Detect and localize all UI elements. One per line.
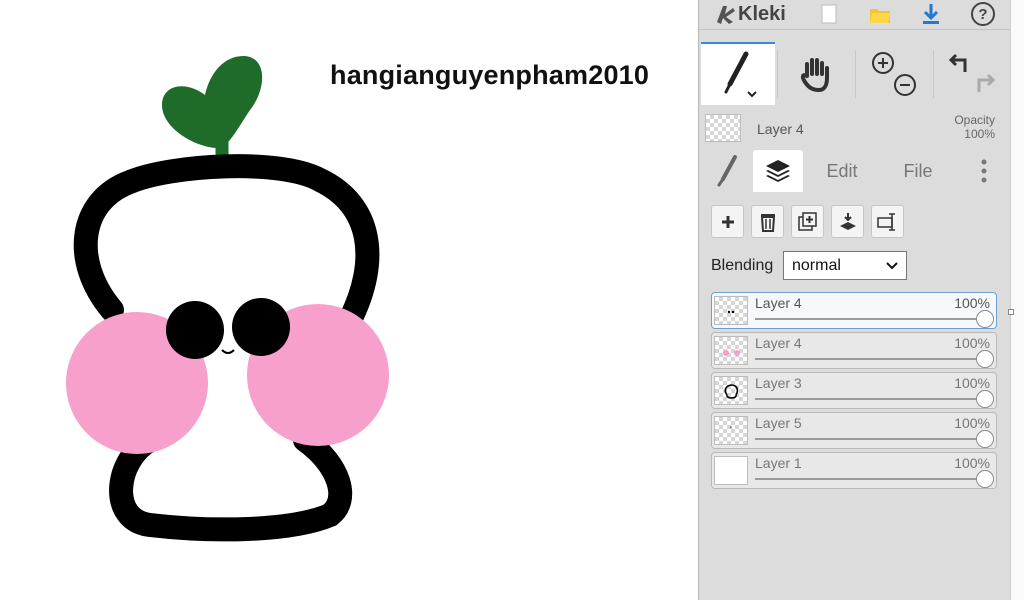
layer-opacity-slider[interactable]: [755, 478, 986, 480]
layer-opacity-slider[interactable]: [755, 398, 986, 400]
tab-layers[interactable]: [753, 150, 803, 192]
tab-edit[interactable]: Edit: [809, 150, 875, 192]
side-panel: Kleki ? Layer 4 Opacity 100% Edit File B…: [698, 0, 1011, 600]
layer-opacity: 100%: [954, 335, 990, 351]
rename-layer-button[interactable]: [871, 205, 904, 238]
brush-tool-icon: [724, 51, 757, 97]
delete-layer-button[interactable]: [751, 205, 784, 238]
mouth: [221, 349, 235, 354]
blending-label: Blending: [711, 257, 774, 274]
layer-thumbnail: [714, 416, 748, 445]
layer-opacity-slider[interactable]: [755, 318, 986, 320]
signature-text: hangianguyenpham2010: [330, 60, 650, 90]
layer-opacity: 100%: [954, 415, 990, 431]
undo-redo-buttons[interactable]: [935, 42, 1009, 105]
slider-knob[interactable]: [976, 350, 994, 368]
layer-name: Layer 4: [755, 295, 802, 311]
resize-handle[interactable]: [1008, 309, 1014, 315]
slider-knob[interactable]: [976, 390, 994, 408]
more-icon: [981, 159, 987, 183]
layer-row[interactable]: Layer 5 100%: [711, 412, 997, 449]
zoom-buttons[interactable]: [857, 42, 931, 105]
layer-row[interactable]: Layer 1 100%: [711, 452, 997, 489]
layer-thumbnail: [714, 456, 748, 485]
undo-redo-icon: [948, 53, 996, 92]
svg-text:?: ?: [978, 6, 987, 23]
layers-icon: [766, 160, 790, 182]
head-outline: [73, 154, 380, 332]
layer-row[interactable]: Layer 3 100%: [711, 372, 997, 409]
current-layer-name: Layer 4: [757, 121, 804, 137]
left-eye: [166, 301, 224, 359]
open-folder-icon: [870, 9, 890, 23]
help-button[interactable]: ?: [965, 0, 1001, 28]
rename-icon: [876, 212, 895, 231]
layer-name: Layer 5: [755, 415, 802, 431]
panel-tabs: Edit File: [699, 150, 1011, 192]
layer-row[interactable]: Layer 4 100%: [711, 332, 997, 369]
tab-brush[interactable]: [701, 150, 753, 192]
layer-name: Layer 4: [755, 335, 802, 351]
sprout-leaf: [162, 55, 263, 149]
chevron-down-icon: [886, 261, 898, 269]
current-layer-info: Layer 4 Opacity 100%: [699, 110, 1011, 148]
drawing-canvas[interactable]: hangianguyenpham2010: [0, 0, 698, 600]
brush-icon: [717, 155, 737, 187]
open-folder-button[interactable]: [862, 0, 898, 28]
slider-knob[interactable]: [976, 470, 994, 488]
plus-icon: [721, 215, 734, 228]
zoom-in-out-icon: [872, 51, 916, 96]
layer-opacity: 100%: [954, 295, 990, 311]
layer-opacity-slider[interactable]: [755, 438, 986, 440]
layer-thumbnail: [714, 296, 748, 325]
download-icon: [923, 4, 939, 24]
hand-icon: [800, 57, 829, 92]
kleki-app: hangianguyenpham2010 Kleki ? Layer 4 Opa…: [0, 0, 1024, 600]
tool-row: [699, 42, 1011, 105]
merge-down-icon: [839, 212, 856, 230]
scrollbar[interactable]: [1010, 0, 1024, 600]
trash-icon: [760, 213, 775, 232]
logo-text: Kleki: [738, 2, 786, 25]
layer-thumbnail: [714, 336, 748, 365]
slider-knob[interactable]: [976, 310, 994, 328]
hand-tool-button[interactable]: [779, 42, 853, 105]
current-layer-opacity: Opacity 100%: [954, 113, 995, 141]
blending-select[interactable]: normal: [783, 251, 907, 280]
right-eye: [232, 298, 290, 356]
duplicate-icon: [797, 211, 817, 231]
brush-tool-button[interactable]: [701, 42, 775, 105]
top-bar: Kleki ?: [699, 0, 1011, 30]
merge-down-button[interactable]: [831, 205, 864, 238]
download-button[interactable]: [913, 0, 949, 28]
more-menu-button[interactable]: [969, 150, 999, 192]
kleki-logo[interactable]: Kleki: [713, 2, 786, 26]
help-icon: ?: [971, 2, 995, 26]
layer-name: Layer 3: [755, 375, 802, 391]
layer-thumbnail: [714, 376, 748, 405]
tab-file[interactable]: File: [885, 150, 951, 192]
duplicate-layer-button[interactable]: [791, 205, 824, 238]
slider-knob[interactable]: [976, 430, 994, 448]
new-image-button[interactable]: [811, 0, 847, 28]
new-image-icon: [821, 4, 837, 24]
layer-opacity: 100%: [954, 375, 990, 391]
body-outline: [109, 428, 353, 542]
layer-row[interactable]: Layer 4 100%: [711, 292, 997, 329]
blending-value: normal: [792, 256, 841, 274]
current-layer-thumbnail: [705, 114, 741, 142]
kleki-logo-icon: [713, 2, 737, 26]
layer-opacity: 100%: [954, 455, 990, 471]
layer-name: Layer 1: [755, 455, 802, 471]
layer-opacity-slider[interactable]: [755, 358, 986, 360]
add-layer-button[interactable]: [711, 205, 744, 238]
